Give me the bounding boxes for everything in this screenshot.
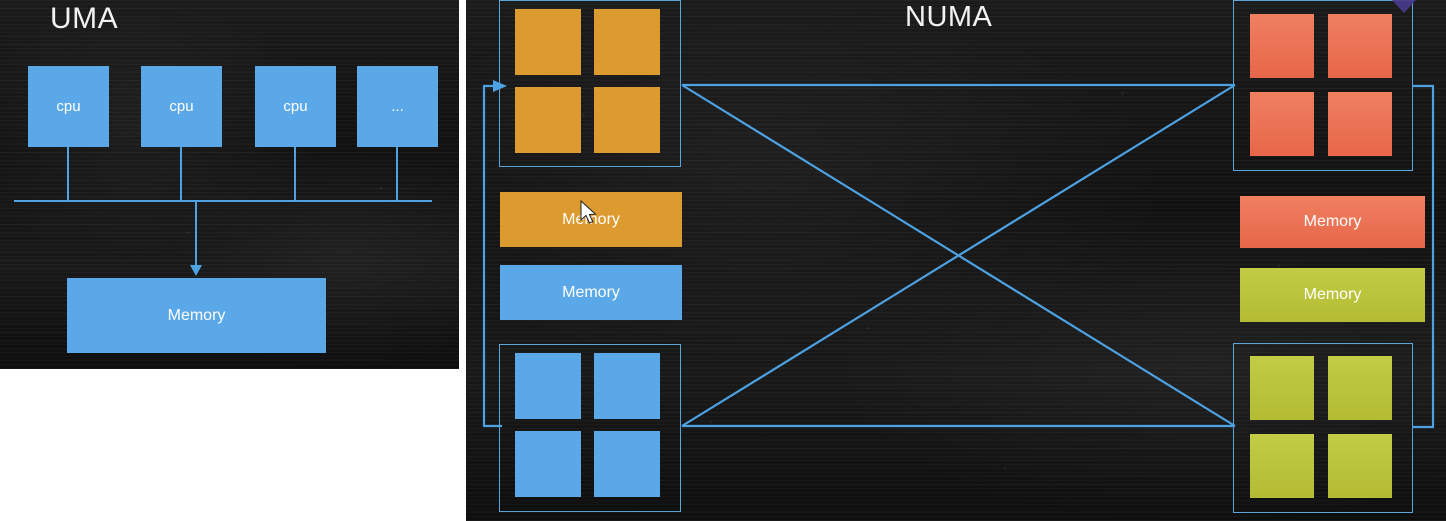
uma-shared-bus-line: [14, 200, 432, 202]
uma-cpu-label: cpu: [283, 98, 308, 115]
uma-memory-box: Memory: [67, 278, 326, 353]
numa-node-bottom-left-cpu-1: [515, 353, 581, 419]
uma-memory-arrow-shaft: [195, 202, 197, 272]
numa-link-diagonal-tl-br: [681, 84, 1236, 427]
numa-memory-label: Memory: [1303, 286, 1362, 303]
uma-cpu-label: cpu: [169, 98, 194, 115]
uma-diagram-panel: UMA cpu cpu cpu ... Memory: [0, 0, 459, 369]
numa-node-top-right-memory: Memory: [1240, 196, 1425, 248]
uma-cpu-box-2: cpu: [141, 66, 222, 147]
numa-title: NUMA: [905, 1, 993, 33]
numa-diagram-panel: NUMA Memory Memory Memory Memory: [466, 0, 1446, 521]
numa-link-diagonal-bl-tr: [681, 84, 1236, 427]
uma-memory-label: Memory: [167, 306, 226, 324]
numa-memory-label: Memory: [1303, 213, 1362, 230]
numa-node-top-right-cpu-1: [1250, 14, 1314, 78]
uma-cpu-label: cpu: [56, 98, 81, 115]
numa-node-bottom-left-cpu-4: [594, 431, 660, 497]
numa-memory-label: Memory: [562, 210, 620, 228]
uma-cpu-droplink-3: [294, 146, 296, 202]
numa-node-top-left-cpu-2: [594, 9, 660, 75]
numa-node-top-left-cpu-3: [515, 87, 581, 153]
numa-node-bottom-left-cpu-3: [515, 431, 581, 497]
uma-cpu-droplink-4: [396, 146, 398, 202]
numa-node-top-right-cpu-2: [1328, 14, 1392, 78]
uma-title: UMA: [50, 2, 119, 35]
numa-node-bottom-right-memory: Memory: [1240, 268, 1425, 322]
numa-node-bottom-left-memory: Memory: [500, 265, 682, 320]
numa-node-top-right-cpu-3: [1250, 92, 1314, 156]
numa-node-bottom-right-cpu-4: [1328, 434, 1392, 498]
uma-cpu-box-4: ...: [357, 66, 438, 147]
numa-memory-label: Memory: [562, 283, 620, 301]
numa-node-bottom-left-cpu-2: [594, 353, 660, 419]
numa-node-top-left-cpu-4: [594, 87, 660, 153]
numa-node-bottom-right-cpu-3: [1250, 434, 1314, 498]
uma-cpu-ellipsis-label: ...: [391, 98, 404, 115]
numa-node-bottom-right-cpu-2: [1328, 356, 1392, 420]
numa-node-bottom-right-cpu-1: [1250, 356, 1314, 420]
uma-cpu-box-3: cpu: [255, 66, 336, 147]
numa-node-top-left-cpu-1: [515, 9, 581, 75]
uma-cpu-box-1: cpu: [28, 66, 109, 147]
numa-node-top-right-cpu-4: [1328, 92, 1392, 156]
uma-cpu-droplink-1: [67, 146, 69, 202]
numa-node-top-left-memory: Memory: [500, 192, 682, 247]
uma-cpu-droplink-2: [180, 146, 182, 202]
